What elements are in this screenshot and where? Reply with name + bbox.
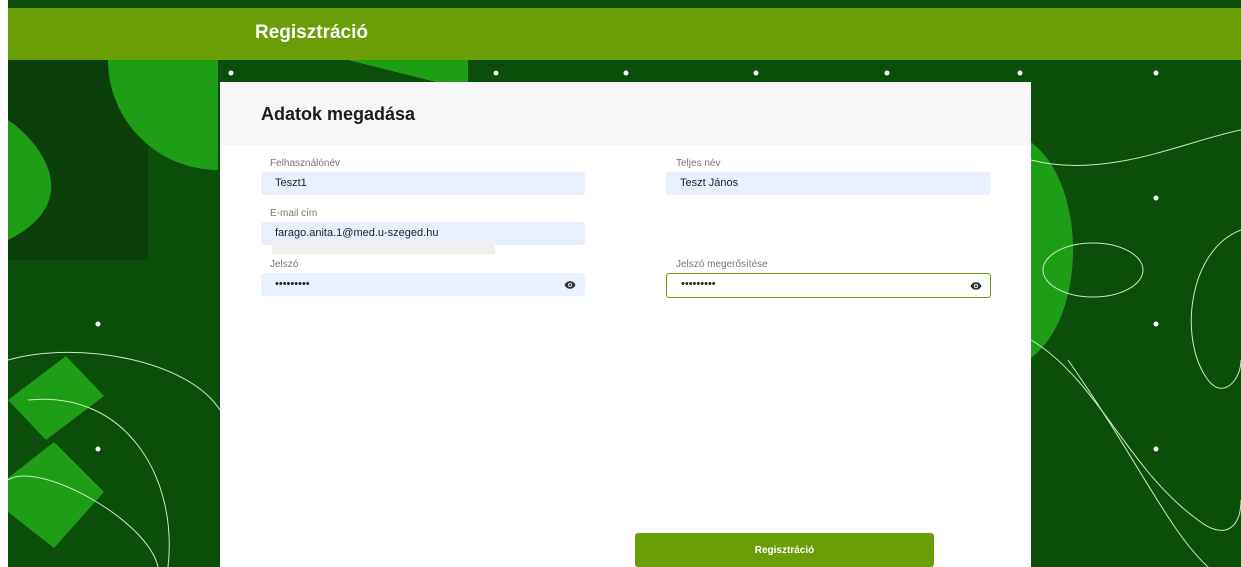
- card-header: Adatok megadása: [220, 82, 1031, 145]
- autocomplete-dropdown[interactable]: [272, 242, 495, 254]
- password-label: Jelszó: [270, 259, 299, 270]
- card-title: Adatok megadása: [261, 104, 416, 124]
- eye-icon: [564, 280, 576, 289]
- registration-card: Adatok megadása Felhasználónév Teszt1 Te…: [220, 82, 1031, 567]
- register-button[interactable]: Regisztráció: [635, 533, 934, 567]
- password-input[interactable]: •••••••••: [261, 273, 585, 296]
- username-label: Felhasználónév: [270, 158, 341, 169]
- app-header: Regisztráció: [8, 8, 1241, 60]
- password-visibility-toggle[interactable]: [557, 273, 583, 296]
- password-confirm-visibility-toggle[interactable]: [963, 274, 989, 297]
- password-confirm-label: Jelszó megerősítése: [676, 259, 768, 270]
- fullname-input[interactable]: Teszt János: [666, 172, 990, 195]
- password-confirm-input[interactable]: •••••••••: [666, 273, 991, 298]
- fullname-label: Teljes név: [676, 158, 721, 169]
- page-title: Regisztráció: [255, 22, 368, 43]
- eye-icon: [970, 281, 982, 290]
- email-label: E-mail cím: [270, 208, 318, 219]
- username-input[interactable]: Teszt1: [261, 172, 585, 195]
- app-frame: Regisztráció Adatok megadása Felhasználó…: [8, 0, 1241, 567]
